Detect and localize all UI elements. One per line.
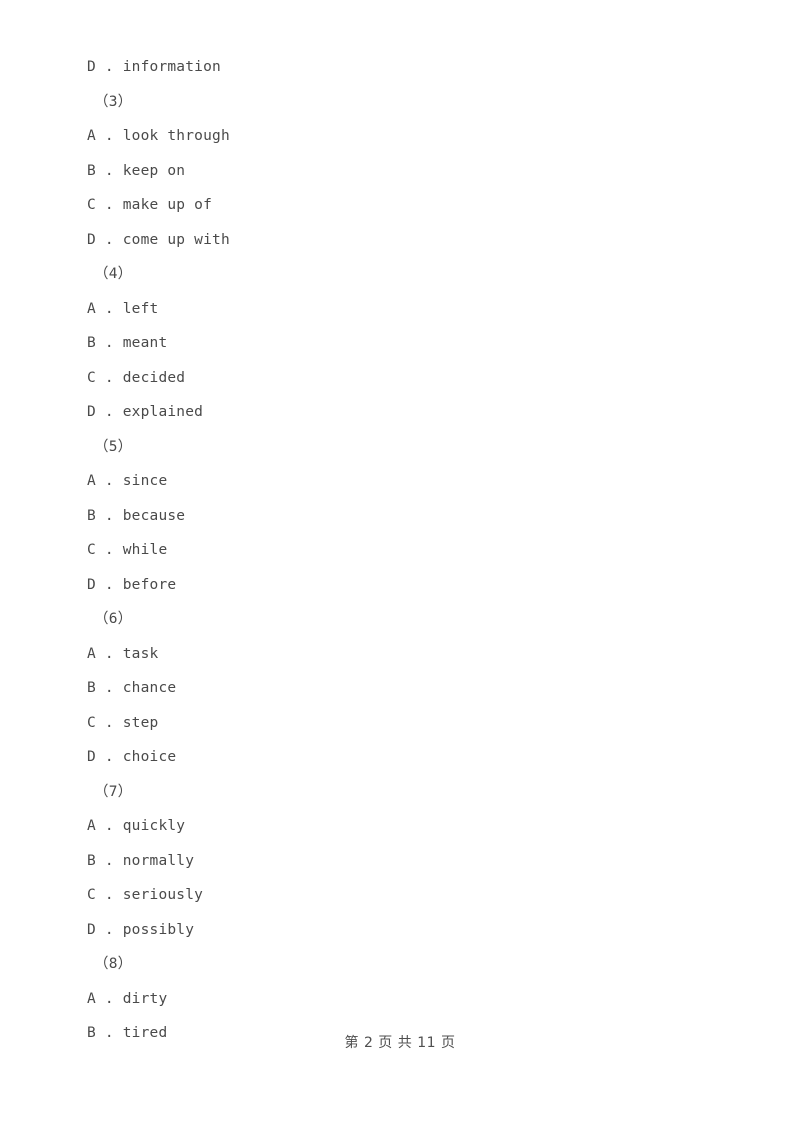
answer-option: D . come up with [87, 231, 230, 248]
answer-option: D . information [87, 59, 221, 75]
answer-option: A . task [87, 645, 159, 662]
answer-option: C . seriously [87, 887, 204, 903]
answer-option: A . left [87, 300, 159, 317]
answer-option: A . dirty [87, 990, 168, 1007]
question-options-list: D . information （3） A . look through B . ke… [87, 50, 727, 1051]
answer-option: D . explained [87, 404, 204, 420]
answer-option: A . since [87, 473, 168, 489]
question-number: （3） [94, 93, 133, 110]
answer-option: C . decided [87, 369, 186, 386]
document-page: D . information （3） A . look through B . ke… [0, 0, 800, 1132]
answer-option: A . quickly [87, 818, 186, 834]
page-footer: 第 2 页 共 11 页 [344, 1035, 456, 1051]
question-number: （8） [94, 956, 133, 972]
answer-option: B . normally [87, 852, 195, 869]
answer-option: D . before [87, 576, 177, 593]
answer-option: D . choice [87, 749, 177, 765]
answer-option: B . keep on [87, 162, 186, 179]
answer-option: A . look through [87, 128, 230, 144]
answer-option: B . meant [87, 335, 168, 351]
question-number: （7） [94, 783, 133, 800]
answer-option: D . possibly [87, 921, 195, 938]
answer-option: C . step [87, 714, 159, 731]
answer-option: C . while [87, 542, 168, 558]
question-number: （4） [94, 266, 133, 282]
answer-option: C . make up of [87, 197, 213, 213]
answer-option: B . because [87, 507, 186, 524]
question-number: （5） [94, 438, 133, 455]
question-number: （6） [94, 611, 133, 627]
answer-option: B . chance [87, 680, 177, 696]
